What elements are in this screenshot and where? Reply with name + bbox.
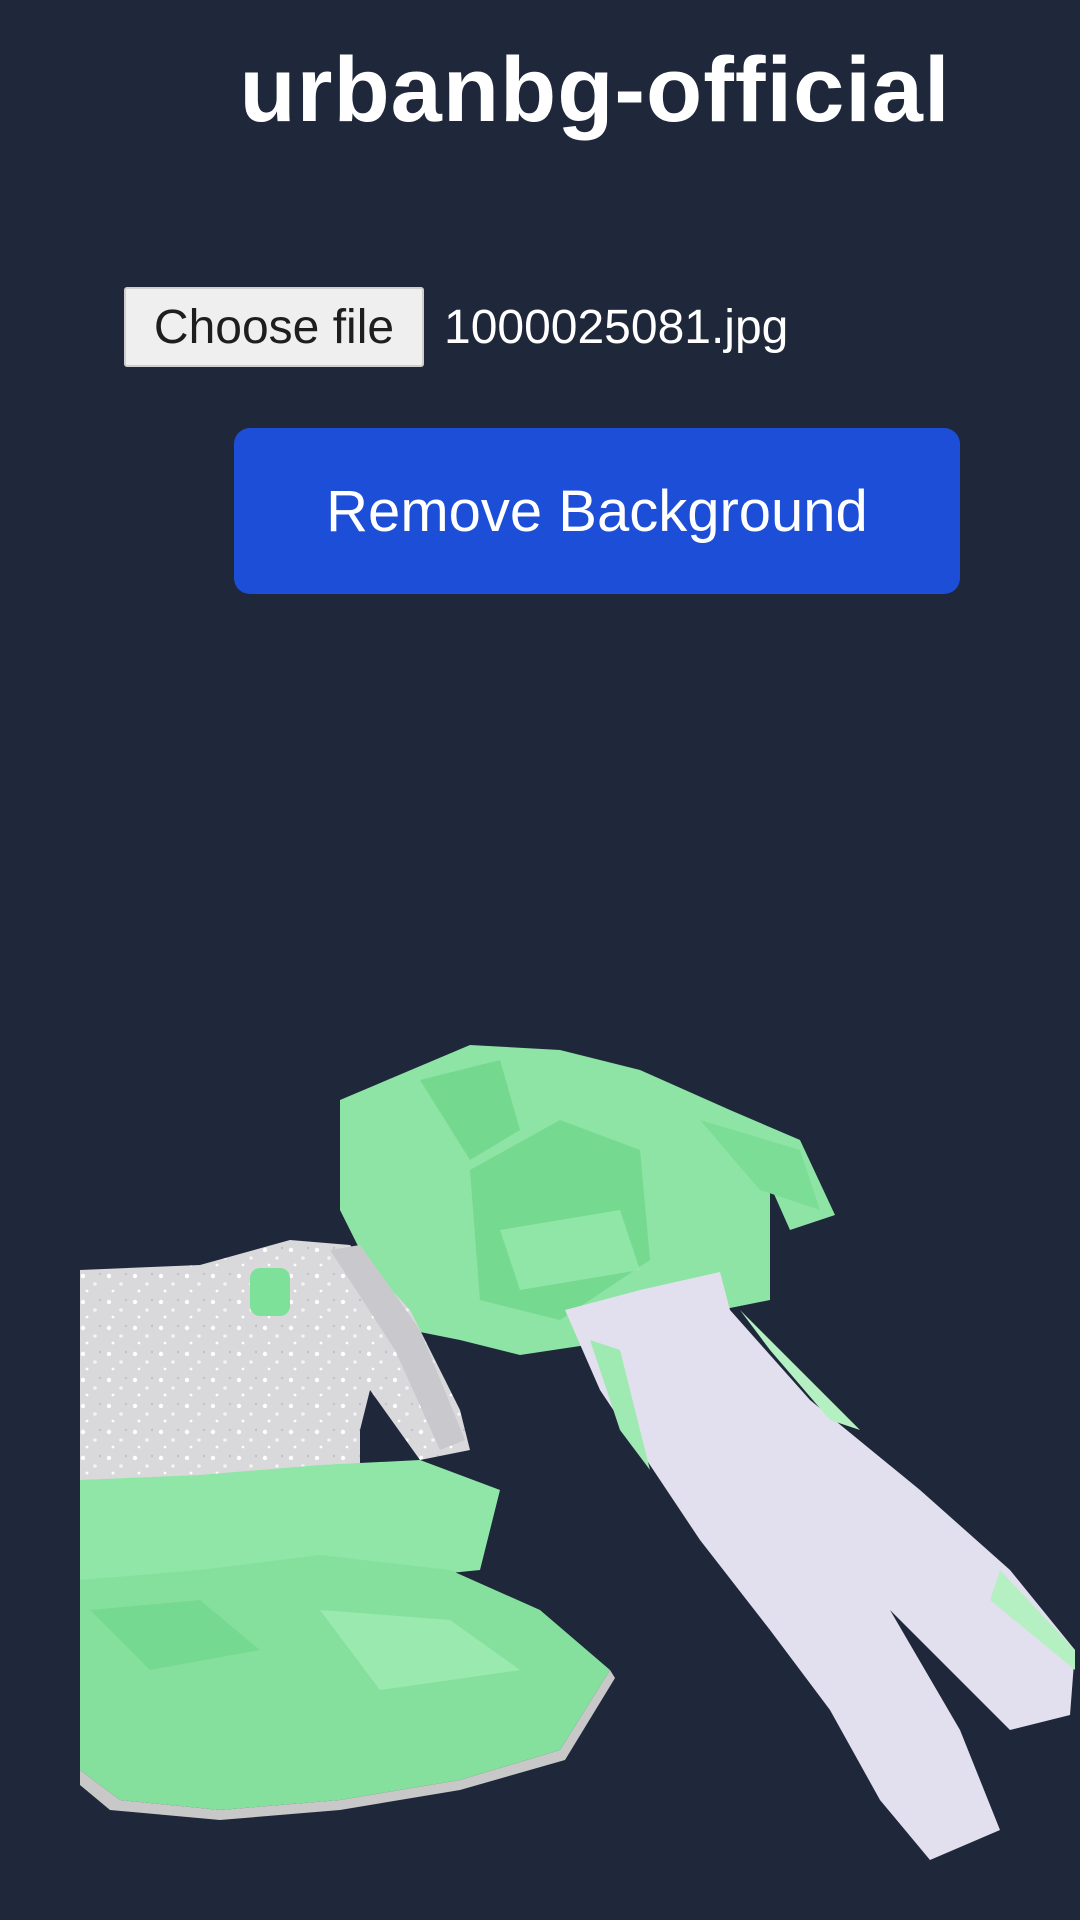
app-page: urbanbg-official Choose file 1000025081.… — [0, 0, 1080, 1920]
dress-skirt-illustration — [80, 1460, 615, 1820]
remove-background-button[interactable]: Remove Background — [234, 428, 960, 594]
result-image — [80, 1045, 1075, 1860]
pants-illustration — [565, 1272, 1075, 1860]
file-input-row: Choose file 1000025081.jpg — [124, 286, 788, 368]
choose-file-button[interactable]: Choose file — [124, 287, 424, 367]
selected-file-name: 1000025081.jpg — [444, 300, 789, 354]
page-title: urbanbg-official — [239, 39, 951, 141]
